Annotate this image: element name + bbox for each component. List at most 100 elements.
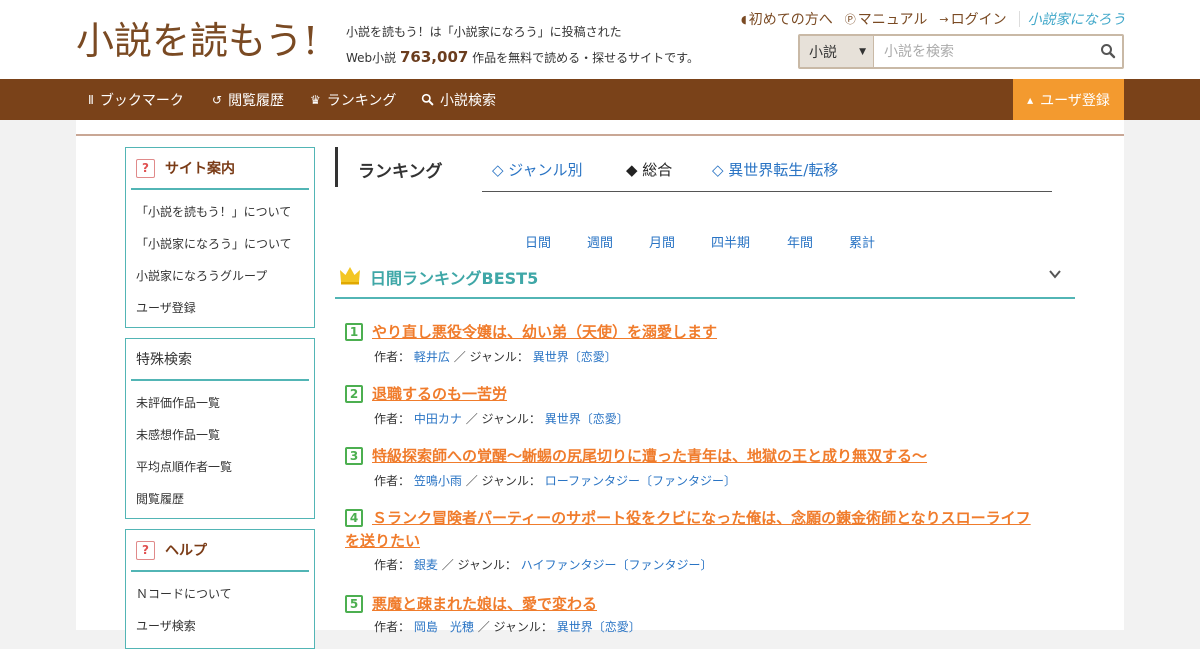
sidebar-item[interactable]: 未評価作品一覧: [126, 387, 314, 419]
novel-meta: 作者： 中田カナ ／ ジャンル： 異世界〔恋愛〕: [374, 410, 629, 427]
ranking-item: 2 退職するのも一苦労 作者： 中田カナ ／ ジャンル： 異世界〔恋愛〕: [345, 383, 1065, 433]
main-nav: Ⅱ ブックマーク ↺ 閲覧履歴 ♛ ランキング 小説検索 ▴ ユーザ登録: [0, 79, 1200, 120]
tab-isekai[interactable]: ◇ 異世界転生/転移: [712, 159, 838, 180]
sidebar-help: ? ヘルプ Ｎコードについて ユーザ検索: [125, 529, 315, 649]
novel-title-link[interactable]: 悪魔と疎まれた娘は、愛で変わる: [372, 593, 1072, 616]
help-circle-icon: Ⓟ: [844, 13, 856, 26]
ranking-item: 4 Ｓランク冒険者パーティーのサポート役をクビになった俺は、念願の錬金術師となり…: [345, 507, 1065, 577]
site-logo[interactable]: 小説を読もう!: [76, 14, 331, 66]
author-label: 作者：: [374, 412, 411, 426]
crown-icon: ♛: [310, 92, 321, 107]
novel-title-link[interactable]: 退職するのも一苦労: [372, 383, 1072, 406]
main-content: ? サイト案内 「小説を読もう！」について 「小説家になろう」について 小説家に…: [76, 120, 1124, 649]
sidebar-item[interactable]: ユーザ検索: [126, 610, 314, 642]
user-icon: ▴: [1027, 92, 1034, 107]
divider: [1018, 11, 1020, 27]
sidebar-item[interactable]: 平均点順作者一覧: [126, 451, 314, 483]
nav-item-label: ランキング: [326, 92, 397, 109]
best5-header: 日間ランキングBEST5: [335, 260, 1075, 299]
author-link[interactable]: 軽井広: [414, 350, 450, 364]
beginner-link[interactable]: ◖ 初めての方へ: [741, 9, 833, 29]
genre-label: ／ ジャンル：: [465, 412, 541, 426]
nav-item-bookmark[interactable]: Ⅱ ブックマーク: [88, 79, 184, 120]
period-weekly[interactable]: 週間: [587, 232, 613, 251]
genre-label: ／ ジャンル：: [441, 558, 517, 572]
novel-meta: 作者： 軽井広 ／ ジャンル： 異世界〔恋愛〕: [374, 348, 617, 365]
sidebar-item[interactable]: 「小説を読もう！」について: [126, 196, 314, 228]
sidebar-item[interactable]: 「小説家になろう」について: [126, 228, 314, 260]
search-category-value: 小説: [809, 44, 837, 61]
nav-item-label: 小説検索: [440, 92, 496, 109]
genre-label: ／ ジャンル：: [453, 350, 529, 364]
novel-meta: 作者： 笠鳴小雨 ／ ジャンル： ローファンタジー〔ファンタジー〕: [374, 472, 736, 489]
manual-link[interactable]: Ⓟ マニュアル: [845, 9, 928, 29]
ranking-item: 5 悪魔と疎まれた娘は、愛で変わる 作者： 岡島 光穂 ／ ジャンル： 異世界〔…: [345, 593, 1065, 635]
register-button[interactable]: ▴ ユーザ登録: [1013, 79, 1124, 120]
tagline-line2: Web小説 763,007 作品を無料で読める・探せるサイトです。: [346, 45, 699, 71]
sidebar-item[interactable]: 小説家になろうグループ: [126, 260, 314, 292]
author-link[interactable]: 岡島 光穂: [414, 620, 474, 634]
sidebar-item[interactable]: 未感想作品一覧: [126, 419, 314, 451]
search-icon[interactable]: [1100, 43, 1116, 59]
sidebar-heading: ? ヘルプ: [131, 530, 309, 572]
crown-icon: [340, 267, 360, 285]
rank-badge: 3: [345, 447, 363, 465]
rank-badge: 5: [345, 595, 363, 613]
genre-link[interactable]: ハイファンタジー〔ファンタジー〕: [521, 558, 713, 572]
rank-badge: 2: [345, 385, 363, 403]
sidebar-item[interactable]: 閲覧履歴: [126, 483, 314, 515]
divider: [482, 191, 1052, 192]
search-input[interactable]: [874, 36, 1094, 67]
work-count: 763,007: [400, 48, 469, 66]
question-icon: ?: [136, 158, 155, 178]
period-daily[interactable]: 日間: [525, 232, 551, 251]
period-yearly[interactable]: 年間: [787, 232, 813, 251]
nav-item-search[interactable]: 小説検索: [421, 79, 496, 120]
login-link-label: ログイン: [950, 12, 1007, 28]
sidebar-title: ヘルプ: [165, 543, 207, 559]
period-monthly[interactable]: 月間: [649, 232, 675, 251]
period-total[interactable]: 累計: [849, 232, 875, 251]
genre-link[interactable]: 異世界〔恋愛〕: [557, 620, 641, 634]
search-category-select[interactable]: 小説 ▼: [800, 36, 874, 67]
author-link[interactable]: 中田カナ: [414, 412, 462, 426]
novel-meta: 作者： 銀麦 ／ ジャンル： ハイファンタジー〔ファンタジー〕: [374, 556, 713, 573]
rank-badge: 1: [345, 323, 363, 341]
sidebar-title: サイト案内: [165, 161, 235, 177]
author-label: 作者：: [374, 350, 411, 364]
novel-title-link[interactable]: 特級探索師への覚醒～蜥蜴の尻尾切りに遭った青年は、地獄の王と成り無双する～: [372, 445, 1072, 468]
author-link[interactable]: 銀麦: [414, 558, 438, 572]
login-icon: →: [939, 12, 949, 26]
genre-link[interactable]: 異世界〔恋愛〕: [545, 412, 629, 426]
author-link[interactable]: 笠鳴小雨: [414, 474, 462, 488]
chevron-down-icon[interactable]: [1048, 267, 1062, 281]
tab-genre[interactable]: ◇ ジャンル別: [492, 159, 583, 180]
genre-link[interactable]: 異世界〔恋愛〕: [533, 350, 617, 364]
period-quarterly[interactable]: 四半期: [711, 232, 750, 251]
novel-meta: 作者： 岡島 光穂 ／ ジャンル： 異世界〔恋愛〕: [374, 618, 641, 635]
manual-link-label: マニュアル: [857, 12, 928, 28]
genre-label: ／ ジャンル：: [465, 474, 541, 488]
heading-bar: [335, 147, 338, 187]
sidebar-item[interactable]: Ｎコードについて: [126, 578, 314, 610]
site-header: 小説を読もう! 小説を読もう！は「小説家になろう」に投稿された Web小説 76…: [0, 0, 1200, 79]
tagline-prefix: Web小説: [346, 51, 397, 65]
bookmark-icon: Ⅱ: [88, 92, 94, 107]
nav-item-label: 閲覧履歴: [228, 92, 285, 109]
search-form: 小説 ▼: [798, 34, 1124, 69]
divider: [76, 134, 1124, 136]
novel-title-link[interactable]: Ｓランク冒険者パーティーのサポート役をクビになった俺は、念願の錬金術師となりスロ…: [345, 507, 1045, 553]
sidebar-list: 未評価作品一覧 未感想作品一覧 平均点順作者一覧 閲覧履歴: [126, 381, 314, 519]
narou-logo[interactable]: 小説家になろう: [1028, 9, 1126, 29]
author-label: 作者：: [374, 620, 411, 634]
genre-link[interactable]: ローファンタジー〔ファンタジー〕: [545, 474, 736, 488]
sidebar-item[interactable]: ユーザ登録: [126, 292, 314, 324]
login-link[interactable]: → ログイン: [939, 9, 1006, 29]
nav-item-history[interactable]: ↺ 閲覧履歴: [212, 79, 284, 120]
register-label: ユーザ登録: [1040, 92, 1110, 109]
ranking-item: 3 特級探索師への覚醒～蜥蜴の尻尾切りに遭った青年は、地獄の王と成り無双する～ …: [345, 445, 1065, 495]
novel-title-link[interactable]: やり直し悪役令嬢は、幼い弟（天使）を溺愛します: [372, 321, 1072, 344]
tab-overall[interactable]: ◆ 総合: [626, 159, 672, 180]
caret-down-icon: ▼: [859, 47, 866, 57]
nav-item-ranking[interactable]: ♛ ランキング: [310, 79, 396, 120]
